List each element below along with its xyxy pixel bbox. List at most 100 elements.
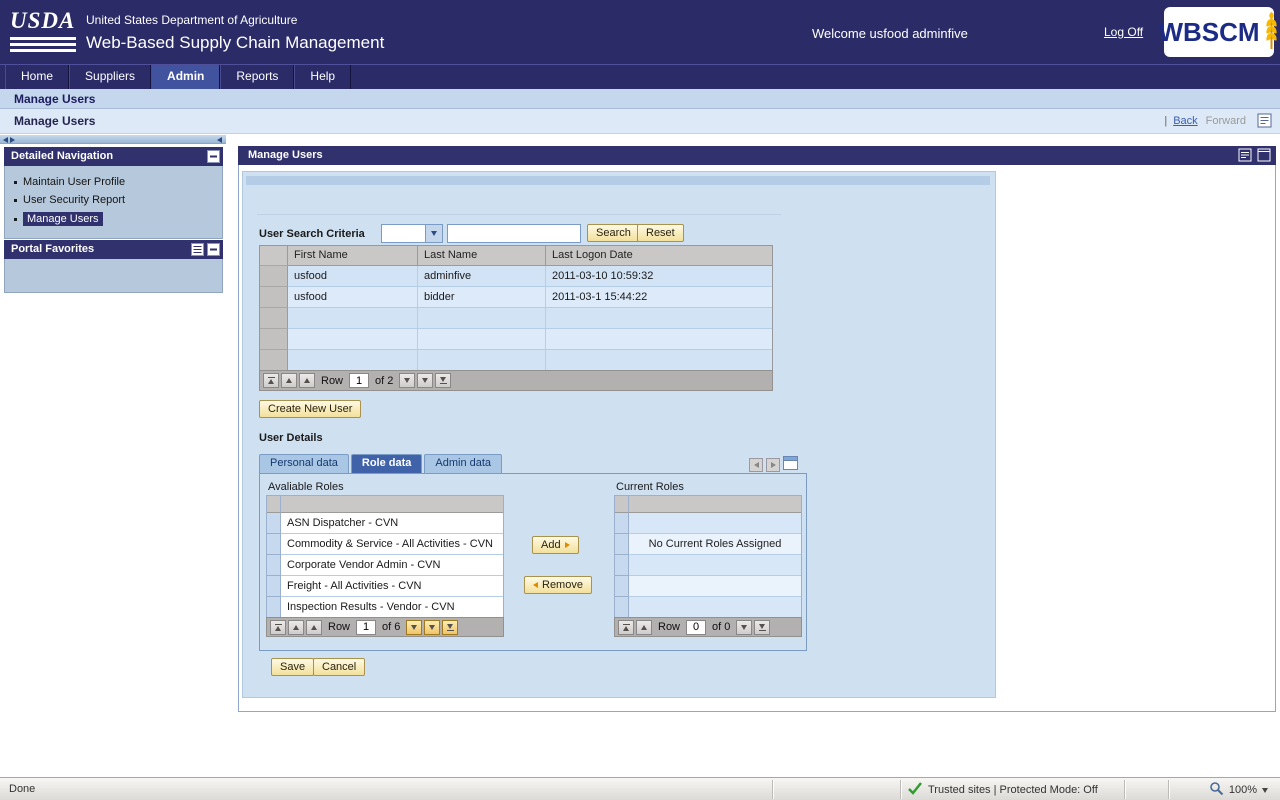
triangle-up-icon <box>275 626 281 631</box>
tab-admin-data[interactable]: Admin data <box>424 454 502 473</box>
row-selector[interactable] <box>260 329 288 350</box>
row-selector[interactable] <box>615 576 629 597</box>
tab-admin[interactable]: Admin <box>151 65 220 89</box>
pager-first-button[interactable] <box>270 620 286 635</box>
content-title: Manage Users <box>238 146 1276 165</box>
tab-scroll-right-button[interactable] <box>766 458 780 472</box>
row-selector[interactable] <box>260 308 288 329</box>
bullet-icon <box>14 199 17 202</box>
tab-help[interactable]: Help <box>294 65 351 89</box>
row-selector[interactable] <box>267 513 281 534</box>
tab-reports[interactable]: Reports <box>220 65 294 89</box>
scroll-left-icon[interactable] <box>3 137 8 143</box>
save-button[interactable]: Save <box>271 658 314 676</box>
pager-prev-row-button[interactable] <box>636 620 652 635</box>
row-selector[interactable] <box>260 287 288 308</box>
detailed-navigation-header: Detailed Navigation <box>4 147 223 166</box>
row-selector[interactable] <box>260 266 288 287</box>
pager-next-row-button[interactable] <box>399 373 415 388</box>
sidebar-item-manage-users[interactable]: Manage Users <box>5 209 222 229</box>
rail-collapse-button[interactable] <box>217 136 222 143</box>
remove-button[interactable]: Remove <box>524 576 592 594</box>
users-table: First Name Last Name Last Logon Date usf… <box>259 245 773 371</box>
triangle-up-icon <box>311 625 317 630</box>
zoom-control[interactable]: 100% <box>1209 781 1268 799</box>
tab-scroll-left-button[interactable] <box>749 458 763 472</box>
of-label: of 2 <box>375 375 393 387</box>
create-new-user-button[interactable]: Create New User <box>259 400 361 418</box>
list-item[interactable]: ASN Dispatcher - CVN <box>267 513 503 534</box>
collapse-tray-icon[interactable] <box>207 243 220 263</box>
portal-favorites-title: Portal Favorites <box>11 243 94 255</box>
list-item[interactable]: Commodity & Service - All Activities - C… <box>267 534 503 555</box>
tab-home[interactable]: Home <box>5 65 69 89</box>
sidebar-item-user-security-report[interactable]: User Security Report <box>5 191 222 209</box>
pager-first-button[interactable] <box>263 373 279 388</box>
pager-row-input[interactable] <box>349 373 369 388</box>
pager-next-row-button[interactable] <box>406 620 422 635</box>
favorites-menu-icon[interactable] <box>191 243 204 263</box>
roles-table-header <box>267 496 503 513</box>
pager-prev-page-button[interactable] <box>281 373 297 388</box>
log-off-link[interactable]: Log Off <box>1104 25 1143 39</box>
search-button[interactable]: Search <box>587 224 640 242</box>
tab-overview-icon[interactable] <box>783 456 798 473</box>
pager-next-row-button[interactable] <box>736 620 752 635</box>
list-item[interactable]: Corporate Vendor Admin - CVN <box>267 555 503 576</box>
add-button[interactable]: Add <box>532 536 579 554</box>
row-selector[interactable] <box>260 350 288 371</box>
pager-last-button[interactable] <box>442 620 458 635</box>
maximize-icon[interactable] <box>1257 148 1271 165</box>
chevron-down-icon[interactable] <box>1262 788 1268 793</box>
pager-last-button[interactable] <box>435 373 451 388</box>
pager-row-input[interactable] <box>356 620 376 635</box>
row-selector[interactable] <box>615 513 629 534</box>
pager-next-page-button[interactable] <box>417 373 433 388</box>
row-selector[interactable] <box>267 597 281 618</box>
pager-next-page-button[interactable] <box>424 620 440 635</box>
scroll-right-icon[interactable] <box>10 137 15 143</box>
table-row-empty <box>260 308 772 329</box>
pager-row-input[interactable] <box>686 620 706 635</box>
pager-first-button[interactable] <box>618 620 634 635</box>
table-row-empty <box>260 329 772 350</box>
collapse-tray-icon[interactable] <box>207 150 220 170</box>
table-row[interactable]: usfood adminfive 2011-03-10 10:59:32 <box>260 266 772 287</box>
row-selector[interactable] <box>615 555 629 576</box>
user-search-input[interactable] <box>447 224 581 243</box>
app-header: USDA United States Department of Agricul… <box>0 0 1280 64</box>
triangle-down-icon <box>447 624 453 629</box>
row-selector[interactable] <box>267 576 281 597</box>
pager-last-button[interactable] <box>754 620 770 635</box>
zoom-level: 100% <box>1229 784 1257 796</box>
list-item[interactable]: Inspection Results - Vendor - CVN <box>267 597 503 618</box>
forward-link[interactable]: Forward <box>1206 115 1246 127</box>
group-divider <box>257 214 781 215</box>
collapse-sidebar-icon[interactable] <box>217 137 222 143</box>
search-criteria-select[interactable] <box>381 224 443 243</box>
sidebar-item-maintain-user-profile[interactable]: Maintain User Profile <box>5 173 222 191</box>
table-row[interactable]: usfood bidder 2011-03-1 15:44:22 <box>260 287 772 308</box>
pager-prev-page-button[interactable] <box>288 620 304 635</box>
row-selector[interactable] <box>615 597 629 618</box>
triangle-up-icon <box>304 378 310 383</box>
tab-personal-data[interactable]: Personal data <box>259 454 349 473</box>
sidebar-resize-rail[interactable] <box>0 135 226 144</box>
options-menu-icon[interactable] <box>1238 148 1252 165</box>
chevron-down-icon[interactable] <box>425 225 442 242</box>
tab-role-data[interactable]: Role data <box>351 454 423 473</box>
pager-prev-row-button[interactable] <box>299 373 315 388</box>
tab-suppliers[interactable]: Suppliers <box>69 65 151 89</box>
list-item[interactable]: Freight - All Activities - CVN <box>267 576 503 597</box>
pager-prev-row-button[interactable] <box>306 620 322 635</box>
row-selector[interactable] <box>615 534 629 555</box>
rail-scroll-buttons[interactable] <box>3 136 15 143</box>
usda-logo-icon: USDA <box>10 8 78 56</box>
page-options-icon[interactable] <box>1257 113 1272 128</box>
cancel-button[interactable]: Cancel <box>313 658 365 676</box>
back-link[interactable]: Back <box>1173 115 1197 127</box>
of-label: of 0 <box>712 621 730 633</box>
row-selector[interactable] <box>267 534 281 555</box>
reset-button[interactable]: Reset <box>637 224 684 242</box>
row-selector[interactable] <box>267 555 281 576</box>
